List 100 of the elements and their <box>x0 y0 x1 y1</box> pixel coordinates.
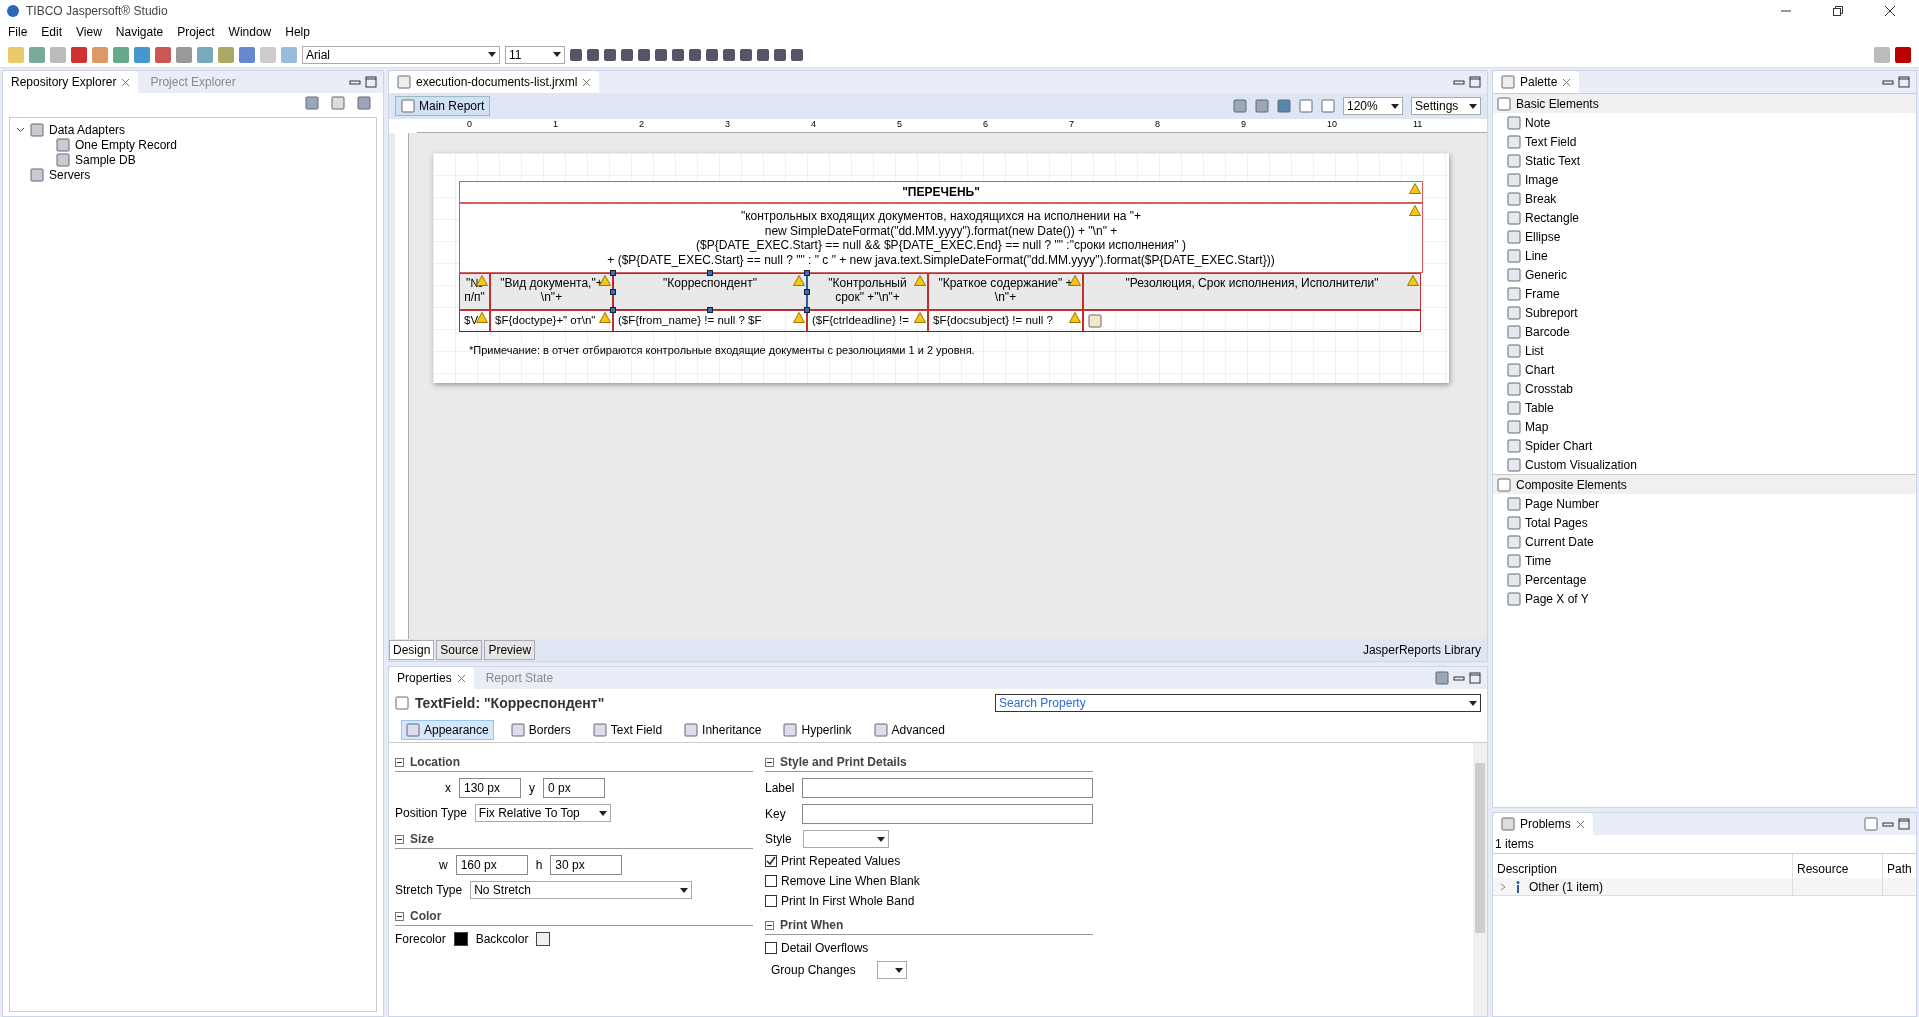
palette-item[interactable]: Time <box>1525 553 1552 568</box>
view-tab[interactable]: Repository Explorer <box>3 71 139 93</box>
palette-item[interactable]: Chart <box>1525 362 1555 377</box>
section-tab[interactable]: Inheritance <box>679 719 767 740</box>
toolbar-icon[interactable] <box>155 46 171 63</box>
palette-item[interactable]: Crosstab <box>1525 381 1574 396</box>
tree-item[interactable]: Servers <box>49 167 91 182</box>
toolbar-icon[interactable] <box>723 48 735 61</box>
group-changes-dropdown[interactable] <box>877 961 907 979</box>
palette-item[interactable]: Current Date <box>1525 534 1594 549</box>
toolbar-icon[interactable] <box>655 48 667 61</box>
collapse-icon[interactable] <box>395 834 404 844</box>
menu-item[interactable]: Window <box>228 25 272 39</box>
palette-item[interactable]: Table <box>1525 400 1554 415</box>
detail-cell[interactable]: ($F{ctrldeadline} != <box>807 310 928 332</box>
palette-item[interactable]: Note <box>1525 115 1551 130</box>
palette-item[interactable]: Subreport <box>1525 305 1578 320</box>
editor-tab[interactable]: execution-documents-list.jrxml <box>389 71 600 93</box>
checkbox[interactable] <box>765 875 777 887</box>
resize-handle[interactable] <box>804 307 810 313</box>
palette-item[interactable]: Rectangle <box>1525 210 1580 225</box>
toolbar-icon[interactable] <box>134 46 150 63</box>
menu-item[interactable]: Edit <box>41 25 63 39</box>
y-field[interactable]: 0 px <box>543 778 605 798</box>
restore-window-icon[interactable] <box>1833 6 1843 16</box>
palette-item[interactable]: Custom Visualization <box>1525 457 1637 472</box>
maximize-icon[interactable] <box>1898 818 1910 830</box>
resize-handle[interactable] <box>804 270 810 276</box>
close-icon[interactable] <box>121 77 131 87</box>
scrollbar[interactable] <box>1473 743 1487 1016</box>
view-tab[interactable]: Problems <box>1493 813 1593 835</box>
collapse-icon[interactable] <box>395 911 404 921</box>
header-cell[interactable]: "Резолюция, Срок исполнения, Исполнители" <box>1083 273 1421 310</box>
editor-mode-tab[interactable]: Source <box>436 640 483 660</box>
resize-handle[interactable] <box>804 288 810 295</box>
maximize-icon[interactable] <box>1898 76 1910 88</box>
view-tab[interactable]: Properties <box>389 667 474 689</box>
maximize-icon[interactable] <box>365 76 377 88</box>
toolbar-icon[interactable] <box>587 48 599 61</box>
height-field[interactable]: 30 px <box>550 855 623 875</box>
tree-item[interactable]: Sample DB <box>75 152 136 167</box>
font-size-field[interactable]: 11 <box>505 45 565 64</box>
zoom-field[interactable]: 120% <box>1343 97 1403 115</box>
section-tab[interactable]: Text Field <box>587 719 668 740</box>
font-field[interactable]: Arial <box>302 45 500 64</box>
header-cell[interactable]: "Контрольный срок" +"\n"+ <box>807 273 928 310</box>
editor-mode-tab[interactable]: Design <box>389 640 435 660</box>
menu-item[interactable]: Help <box>285 25 310 39</box>
palette-item[interactable]: Frame <box>1525 286 1560 301</box>
resize-handle[interactable] <box>610 270 616 276</box>
toolbar-icon[interactable] <box>621 48 633 61</box>
toolbar-icon[interactable] <box>71 46 87 63</box>
collapse-icon[interactable] <box>395 757 404 767</box>
checkbox[interactable] <box>765 942 777 954</box>
menu-item[interactable]: Navigate <box>115 25 164 39</box>
tree-item[interactable]: Data Adapters <box>49 122 126 137</box>
tree-item[interactable]: One Empty Record <box>75 137 178 152</box>
chevron-icon[interactable] <box>16 125 25 134</box>
palette-item[interactable]: Map <box>1525 419 1549 434</box>
menu-item[interactable]: View <box>76 25 102 39</box>
palette-group[interactable]: Composite Elements <box>1516 477 1627 492</box>
header-cell[interactable]: "Краткое содержание" + \n"+ <box>928 273 1083 310</box>
resize-handle[interactable] <box>707 270 713 276</box>
maximize-icon[interactable] <box>1469 672 1481 684</box>
detail-cell[interactable]: $F{doctype}+" от\n" <box>490 310 613 332</box>
maximize-icon[interactable] <box>1469 76 1481 88</box>
editor-mode-tab[interactable]: Preview <box>484 640 536 660</box>
detail-cell[interactable]: $F{docsubject} != null ? <box>928 310 1083 332</box>
checkbox[interactable] <box>765 855 777 867</box>
collapse-icon[interactable] <box>765 920 774 930</box>
palette-item[interactable]: Static Text <box>1525 153 1581 168</box>
view-tab[interactable]: Palette <box>1493 71 1580 93</box>
palette-item[interactable]: Page Number <box>1525 496 1600 511</box>
position-type-dropdown[interactable]: Fix Relative To Top <box>474 804 611 822</box>
palette-item[interactable]: Page X of Y <box>1525 591 1589 606</box>
close-icon[interactable] <box>456 673 466 683</box>
palette-item[interactable]: Text Field <box>1525 134 1577 149</box>
section-tab[interactable]: Borders <box>505 719 576 740</box>
detail-cell[interactable]: ($F{from_name} != null ? $F <box>613 310 807 332</box>
menu-item[interactable]: Project <box>177 25 215 39</box>
toolbar-icon[interactable] <box>672 48 684 61</box>
toolbar-icon[interactable] <box>570 48 582 61</box>
key-field[interactable] <box>802 804 1093 824</box>
close-icon[interactable] <box>1562 77 1572 87</box>
toolbar-icon[interactable] <box>774 48 786 61</box>
section-tab[interactable]: Appearance <box>401 719 494 740</box>
toolbar-icon[interactable] <box>791 48 803 61</box>
header-cell[interactable]: "Вид документа,"+ \n"+ <box>490 273 613 310</box>
collapse-icon[interactable] <box>765 757 774 767</box>
palette-item[interactable]: Line <box>1525 248 1548 263</box>
close-icon[interactable] <box>1575 819 1585 829</box>
palette-group[interactable]: Basic Elements <box>1516 96 1599 111</box>
close-window-icon[interactable] <box>1885 6 1895 16</box>
palette-item[interactable]: Percentage <box>1525 572 1587 587</box>
close-icon[interactable] <box>582 77 592 87</box>
resize-handle[interactable] <box>707 307 713 313</box>
resize-handle[interactable] <box>610 288 616 295</box>
palette-item[interactable]: Break <box>1525 191 1557 206</box>
palette-item[interactable]: Generic <box>1525 267 1568 282</box>
detail-cell[interactable]: $V <box>459 310 490 332</box>
